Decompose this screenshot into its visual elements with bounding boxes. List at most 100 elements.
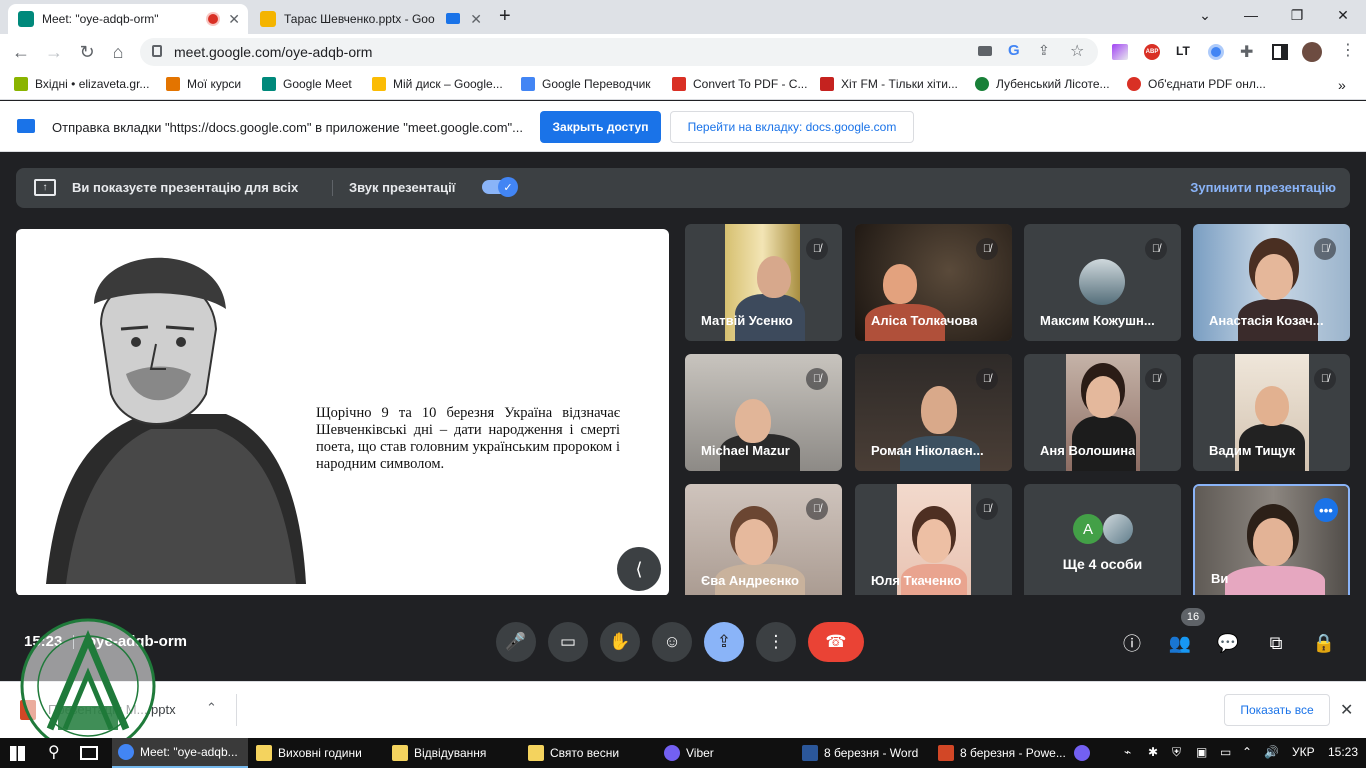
share-page-icon[interactable]: ⇪	[1038, 42, 1050, 59]
reactions-button[interactable]: ☺	[652, 622, 692, 662]
bluetooth-icon[interactable]: ✱	[1148, 745, 1158, 759]
extensions-puzzle-icon[interactable]: ✚	[1240, 42, 1253, 62]
tab-search-icon[interactable]: ⌄	[1182, 0, 1228, 30]
bookmarks-overflow-button[interactable]: »	[1338, 77, 1346, 93]
participant-tile[interactable]: 🎙̸ Юля Ткаченко	[855, 484, 1012, 601]
more-participants-tile[interactable]: A Ще 4 особи	[1024, 484, 1181, 601]
tab-title: Тарас Шевченко.pptx - Goo	[284, 12, 435, 26]
video-feed	[921, 386, 957, 434]
extension-blue-icon[interactable]	[1208, 44, 1224, 60]
more-options-icon[interactable]: •••	[1314, 498, 1338, 522]
viber-tray-icon[interactable]	[1074, 745, 1090, 761]
new-tab-button[interactable]: +	[499, 5, 511, 28]
network-icon[interactable]: ⌁	[1124, 745, 1131, 759]
camera-icon[interactable]	[978, 46, 992, 56]
participant-tile[interactable]: 🎙̸ Аня Волошина	[1024, 354, 1181, 471]
browser-tab-strip: Meet: "oye-adqb-orm" ✕ Тарас Шевченко.pp…	[0, 0, 1366, 34]
video-feed	[735, 519, 773, 565]
share-icon[interactable]: ⟨	[617, 547, 661, 591]
bookmark-label: Хіт FM - Тільки хіти...	[841, 77, 958, 91]
volume-icon[interactable]: 🔊	[1264, 745, 1279, 759]
reload-icon[interactable]: ↻	[76, 41, 98, 63]
tab-slides[interactable]: Тарас Шевченко.pptx - Goo ✕	[250, 4, 490, 34]
pen-extension-icon[interactable]	[1112, 44, 1128, 60]
bookmark-star-icon[interactable]: ☆	[1070, 41, 1084, 61]
chat-icon[interactable]: 💬	[1216, 631, 1240, 655]
show-all-downloads-button[interactable]: Показать все	[1224, 694, 1330, 726]
participant-tile[interactable]: 🎙̸ Матвій Усенко	[685, 224, 842, 341]
stop-sharing-button[interactable]: Закрыть доступ	[540, 111, 661, 143]
taskbar-item-folder[interactable]: Виховні години	[250, 738, 386, 768]
bookmark-item[interactable]: Google Meet	[262, 77, 352, 91]
tray-icon[interactable]: ▣	[1196, 745, 1207, 759]
bookmark-item[interactable]: Мій диск – Google...	[372, 77, 503, 91]
participant-tile[interactable]: 🎙̸ Анастасія Козач...	[1193, 224, 1350, 341]
translate-extension-icon[interactable]: LT	[1176, 44, 1190, 58]
more-options-button[interactable]: ⋮	[756, 622, 796, 662]
bookmark-item[interactable]: Google Переводчик	[521, 77, 651, 91]
back-icon[interactable]: ←	[10, 41, 32, 63]
close-download-bar-icon[interactable]: ✕	[1340, 700, 1353, 720]
taskbar-item-word[interactable]: 8 березня - Word	[796, 738, 932, 768]
taskbar-clock[interactable]: 15:23	[1328, 745, 1358, 759]
address-bar[interactable]: meet.google.com/oye-adqb-orm G ⇪ ☆	[140, 38, 1098, 66]
forward-icon[interactable]: →	[43, 41, 65, 63]
search-icon[interactable]: ⚲	[48, 742, 60, 762]
adblock-icon[interactable]: ABP	[1144, 44, 1160, 60]
raise-hand-button[interactable]: ✋	[600, 622, 640, 662]
people-icon[interactable]: 👥	[1168, 631, 1192, 655]
task-view-icon[interactable]	[80, 746, 98, 760]
download-file-name[interactable]: Презентація М....pptx	[48, 702, 176, 717]
windows-start-icon[interactable]	[10, 746, 25, 761]
close-tab-icon[interactable]: ✕	[228, 11, 240, 28]
video-feed	[1086, 376, 1120, 418]
close-tab-icon[interactable]: ✕	[470, 11, 482, 28]
bookmark-item[interactable]: Мої курси	[166, 77, 241, 91]
minimize-button[interactable]: —	[1228, 0, 1274, 30]
taskbar-item-viber[interactable]: Viber	[658, 738, 794, 768]
close-window-button[interactable]: ✕	[1320, 0, 1366, 30]
defender-icon[interactable]: ⛨	[1172, 745, 1181, 760]
host-controls-icon[interactable]: 🔒	[1312, 631, 1336, 655]
tab-meet[interactable]: Meet: "oye-adqb-orm" ✕	[8, 4, 248, 34]
mic-off-icon: 🎙̸	[1314, 368, 1336, 390]
taskbar-item-folder[interactable]: Свято весни	[522, 738, 658, 768]
bookmark-item[interactable]: Вхідні • elizaveta.gr...	[14, 77, 149, 91]
google-icon[interactable]: G	[1008, 42, 1020, 59]
language-indicator[interactable]: УКР	[1292, 745, 1315, 759]
participant-name: Ви	[1211, 571, 1229, 586]
side-panel-icon[interactable]	[1272, 44, 1288, 60]
presented-slide: Щорічно 9 та 10 березня Україна відзнача…	[16, 229, 669, 596]
taskbar-item-chrome[interactable]: Meet: "oye-adqb...	[112, 738, 248, 768]
participant-tile[interactable]: 🎙̸ Єва Андреєнко	[685, 484, 842, 601]
restore-button[interactable]: ❐	[1274, 0, 1320, 30]
camera-button[interactable]: ▭	[548, 622, 588, 662]
taskbar-item-powerpoint[interactable]: 8 березня - Powe...	[932, 738, 1068, 768]
meeting-details-icon[interactable]: ⓘ	[1120, 631, 1144, 655]
battery-icon[interactable]: ▭	[1220, 745, 1231, 759]
switch-to-tab-button[interactable]: Перейти на вкладку: docs.google.com	[670, 111, 914, 143]
bookmark-icon	[1127, 77, 1141, 91]
participant-tile[interactable]: 🎙̸ Аліса Толкачова	[855, 224, 1012, 341]
bookmarks-bar: Вхідні • elizaveta.gr... Мої курси Googl…	[0, 70, 1366, 100]
self-view-tile[interactable]: ••• Ви	[1193, 484, 1350, 601]
participant-tile[interactable]: 🎙̸ Вадим Тищук	[1193, 354, 1350, 471]
participant-tile[interactable]: 🎙̸ Michael Mazur	[685, 354, 842, 471]
present-now-button[interactable]: ⇪	[704, 622, 744, 662]
taskbar-item-folder[interactable]: Відвідування	[386, 738, 522, 768]
leave-call-button[interactable]: ☎	[808, 622, 864, 662]
show-hidden-icons[interactable]: ⌃	[1242, 745, 1252, 759]
home-icon[interactable]: ⌂	[107, 41, 129, 63]
bookmark-item[interactable]: Хіт FM - Тільки хіти...	[820, 77, 958, 91]
participant-tile[interactable]: 🎙̸ Роман Ніколаєн...	[855, 354, 1012, 471]
profile-avatar[interactable]	[1302, 42, 1322, 62]
microphone-button[interactable]: 🎤	[496, 622, 536, 662]
participant-tile[interactable]: 🎙̸ Максим Кожушн...	[1024, 224, 1181, 341]
stop-presenting-button[interactable]: Зупинити презентацію	[1190, 180, 1336, 195]
bookmark-item[interactable]: Об'єднати PDF онл...	[1127, 77, 1266, 91]
chevron-up-icon[interactable]: ⌃	[206, 700, 217, 716]
bookmark-item[interactable]: Convert To PDF - C...	[672, 77, 807, 91]
browser-menu-icon[interactable]: ⋮	[1340, 40, 1356, 60]
activities-icon[interactable]: ⧉	[1264, 631, 1288, 655]
bookmark-item[interactable]: Лубенський Лісоте...	[975, 77, 1110, 91]
